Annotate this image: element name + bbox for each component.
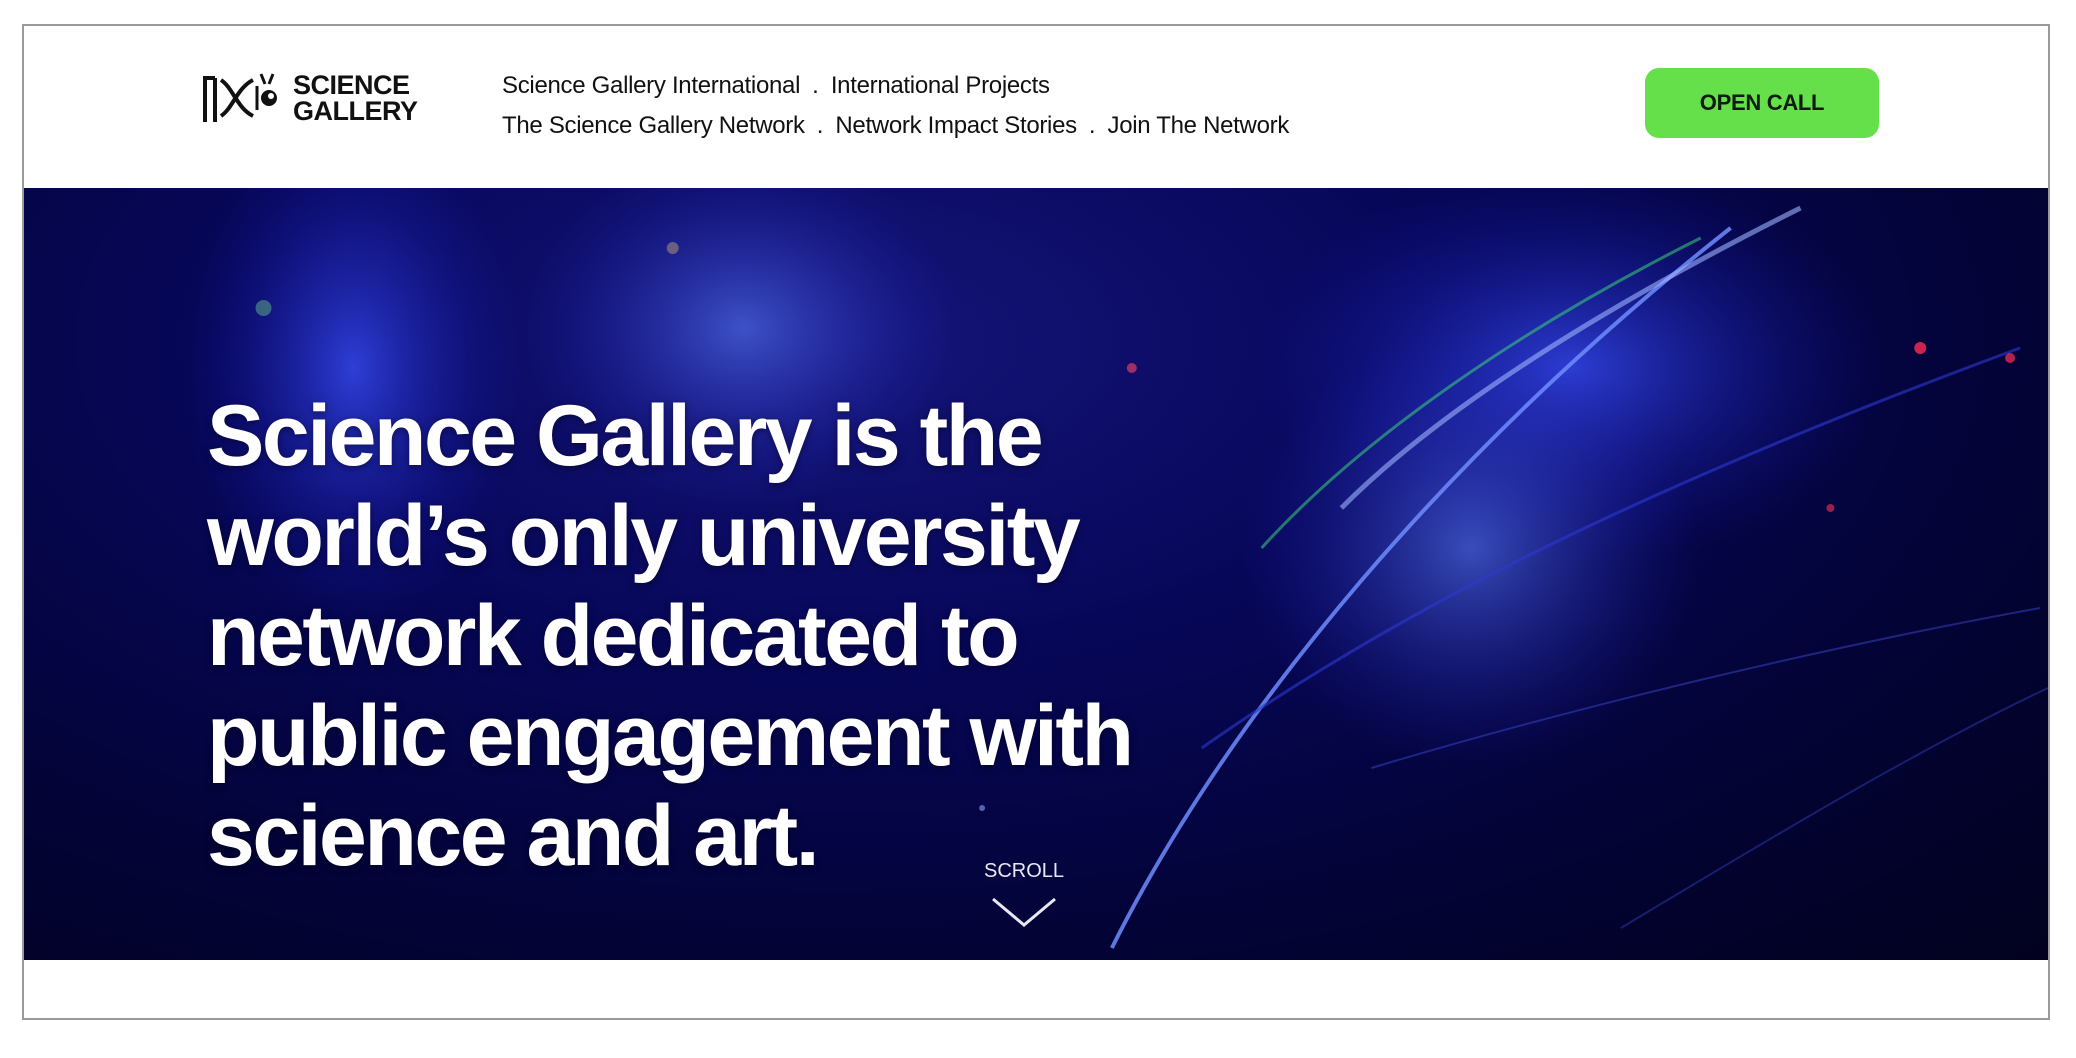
nav-link-join-the-network[interactable]: Join The Network <box>1108 112 1290 140</box>
page-content-start <box>24 960 2048 1018</box>
hero-headline-line: network dedicated to <box>207 587 1020 684</box>
nav-link-network-impact-stories[interactable]: Network Impact Stories <box>835 112 1077 140</box>
nav-link-science-gallery-network[interactable]: The Science Gallery Network <box>502 112 805 140</box>
nav-separator: . <box>1088 112 1096 139</box>
hero-headline: Science Gallery is the world’s only univ… <box>207 386 1207 886</box>
nav-separator: . <box>812 72 819 99</box>
site-header: SCIENCE GALLERY Science Gallery Internat… <box>24 26 2048 188</box>
nav-link-international-projects[interactable]: International Projects <box>831 72 1050 100</box>
browser-viewport: SCIENCE GALLERY Science Gallery Internat… <box>22 24 2050 1020</box>
scroll-label: SCROLL <box>984 860 1065 882</box>
hero-headline-line: public engagement with <box>207 687 1134 784</box>
open-call-button[interactable]: OPEN CALL <box>1645 68 1879 138</box>
nav-link-science-gallery-international[interactable]: Science Gallery International <box>502 72 800 100</box>
nav-row-1: Science Gallery International . Internat… <box>502 66 1289 106</box>
nav-separator: . <box>816 112 824 139</box>
hero-banner: Science Gallery is the world’s only univ… <box>24 188 2048 960</box>
nav-row-2: The Science Gallery Network . Network Im… <box>502 106 1289 146</box>
hero-headline-line: Science Gallery is the <box>207 387 1044 484</box>
science-gallery-logo[interactable]: SCIENCE GALLERY <box>199 68 418 128</box>
main-navigation: Science Gallery International . Internat… <box>502 66 1289 146</box>
hero-headline-line: world’s only university <box>207 487 1081 584</box>
hero-headline-line: science and art. <box>207 787 820 884</box>
logo-line-2: GALLERY <box>293 96 418 126</box>
logo-line-1: SCIENCE <box>293 70 410 100</box>
logo-wordmark: SCIENCE GALLERY <box>293 70 418 126</box>
chevron-down-icon <box>992 897 1056 927</box>
scroll-indicator[interactable]: SCROLL <box>984 860 1064 929</box>
logo-mark-icon <box>203 73 277 122</box>
